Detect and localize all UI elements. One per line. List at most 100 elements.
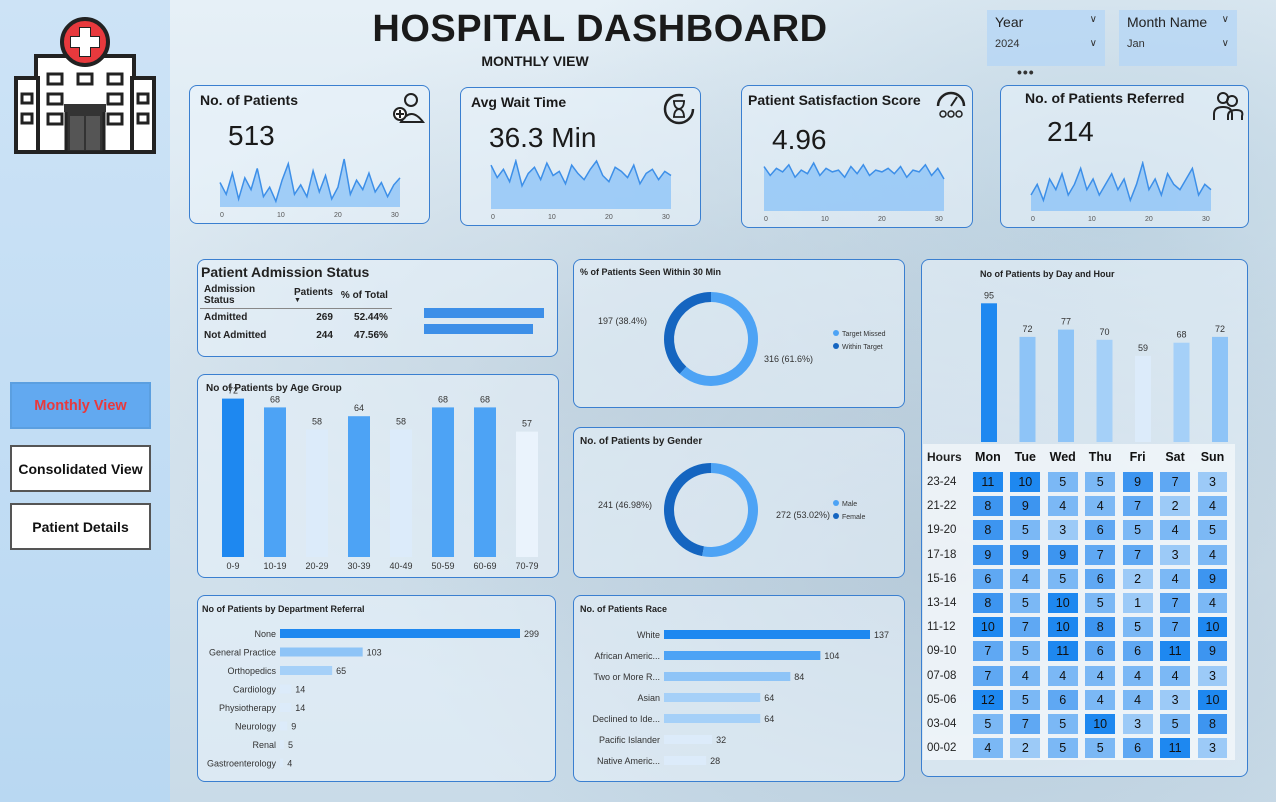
heatmap-cell: 7 bbox=[1010, 617, 1041, 638]
heatmap-cell: 8 bbox=[1197, 713, 1228, 734]
heatmap-cell: 10 bbox=[1085, 713, 1116, 734]
category-label: Gastroenterology bbox=[207, 759, 277, 769]
heatmap-row: 13-14 8 5 10 5 1 7 4 bbox=[923, 591, 1235, 615]
tick-label: 40-49 bbox=[389, 561, 412, 571]
category-label: Cardiology bbox=[233, 685, 277, 695]
data-label: 64 bbox=[764, 714, 774, 724]
sparkline-area bbox=[1031, 163, 1211, 211]
heatmap-cell: 4 bbox=[1122, 689, 1153, 710]
heatmap-cell: 9 bbox=[1047, 544, 1078, 565]
kpi-value: 513 bbox=[228, 120, 275, 151]
bar bbox=[280, 684, 292, 694]
heatmap-cell: 11 bbox=[972, 472, 1003, 493]
bar bbox=[280, 721, 288, 731]
heatmap-row-label: 07-08 bbox=[927, 669, 957, 682]
heatmap-cell: 5 bbox=[1010, 641, 1041, 662]
race-card: No. of Patients Race White 137 African Ame… bbox=[573, 595, 905, 782]
column-header[interactable]: % of Total bbox=[336, 282, 392, 309]
kpi-title: No. of Patients Referred bbox=[1025, 90, 1185, 106]
data-label: 68 bbox=[270, 394, 280, 404]
category-label: Declined to Ide... bbox=[592, 714, 660, 724]
sort-desc-icon[interactable]: ▼ bbox=[294, 297, 333, 304]
tick-label: 10-19 bbox=[263, 561, 286, 571]
heatmap-cell: 4 bbox=[1047, 496, 1078, 517]
heatmap-column-header: Thu bbox=[1088, 450, 1112, 464]
legend-marker bbox=[833, 513, 839, 519]
bar bbox=[474, 407, 496, 557]
heatmap-cell: 9 bbox=[1010, 496, 1041, 517]
patients-sparkline: 0 10 20 30 bbox=[219, 158, 401, 219]
slice-label: 197 (38.4%) bbox=[598, 316, 647, 326]
heatmap-cell: 7 bbox=[1160, 593, 1191, 614]
heatmap-row-label: 13-14 bbox=[927, 597, 957, 610]
heatmap-row-label: 11-12 bbox=[927, 621, 956, 634]
table-row: Admitted 269 52.44% bbox=[200, 309, 392, 327]
chevron-down-icon[interactable]: ∨ bbox=[1222, 14, 1229, 25]
bar bbox=[1212, 336, 1228, 442]
heatmap-cell: 10 bbox=[1197, 617, 1228, 638]
tick-label: 60-69 bbox=[473, 561, 496, 571]
admitted-bar bbox=[424, 308, 544, 318]
data-label: 77 bbox=[1061, 317, 1071, 327]
sidebar: Monthly View Consolidated View Patient D… bbox=[0, 0, 170, 802]
heatmap-cell: 5 bbox=[1047, 472, 1078, 493]
column-header[interactable]: Patients ▼ bbox=[290, 282, 337, 309]
heatmap-column-header: Fri bbox=[1129, 450, 1146, 464]
category-label: African Americ... bbox=[594, 651, 660, 661]
kpi-title: Patient Satisfaction Score bbox=[748, 92, 921, 108]
heatmap-row-label: 19-20 bbox=[927, 524, 957, 537]
data-label: 84 bbox=[794, 672, 804, 682]
data-label: 32 bbox=[716, 735, 726, 745]
year-slicer-label: Year bbox=[995, 14, 1024, 30]
month-slicer-label: Month Name bbox=[1127, 14, 1208, 30]
status-cell: Admitted bbox=[204, 312, 248, 324]
tick-label: 0 bbox=[764, 216, 768, 223]
heatmap-cell: 5 bbox=[1085, 738, 1116, 759]
heatmap-cell: 6 bbox=[1085, 641, 1116, 662]
tick-label: 20-29 bbox=[305, 561, 328, 571]
seen-within-30-card: % of Patients Seen Within 30 Min 197 (38… bbox=[573, 259, 905, 408]
heatmap-cell: 10 bbox=[1047, 617, 1078, 638]
age-group-bar-chart: 72 0-9 68 10-19 58 20-29 64 30-39 58 40-49 68 50-59… bbox=[222, 386, 539, 571]
heatmap-cell: 10 bbox=[972, 617, 1003, 638]
bar bbox=[432, 407, 454, 557]
category-label: Neurology bbox=[235, 722, 277, 732]
data-label: 9 bbox=[291, 722, 296, 732]
category-label: Orthopedics bbox=[227, 666, 276, 676]
consolidated-view-button[interactable]: Consolidated View bbox=[10, 445, 151, 492]
month-slicer[interactable]: Month Name ∨ Jan ∨ bbox=[1119, 10, 1237, 66]
column-header[interactable]: Admission Status bbox=[200, 282, 290, 309]
heatmap-row: 15-16 6 4 5 6 2 4 9 bbox=[923, 567, 1235, 591]
heatmap-cell: 7 bbox=[1160, 472, 1191, 493]
chevron-down-icon[interactable]: ∨ bbox=[1222, 38, 1229, 49]
chevron-down-icon[interactable]: ∨ bbox=[1090, 38, 1097, 49]
monthly-view-button[interactable]: Monthly View bbox=[10, 382, 151, 429]
tick-label: 10 bbox=[277, 212, 285, 219]
heatmap-cell: 9 bbox=[1197, 641, 1228, 662]
heatmap-cell: 3 bbox=[1122, 713, 1153, 734]
heatmap-cell: 5 bbox=[1010, 689, 1041, 710]
heatmap-cell: 6 bbox=[1047, 689, 1078, 710]
data-label: 28 bbox=[710, 756, 720, 766]
patient-details-button[interactable]: Patient Details bbox=[10, 503, 151, 550]
bar bbox=[306, 429, 328, 557]
heatmap-cell: 8 bbox=[972, 593, 1003, 614]
race-bar-chart: White 137 African Americ... 104 Two or More … bbox=[592, 630, 889, 766]
slice-label: 272 (53.02%) bbox=[776, 510, 830, 520]
year-slicer[interactable]: Year ∨ 2024 ∨ bbox=[987, 10, 1105, 66]
data-label: 14 bbox=[295, 703, 305, 713]
data-label: 64 bbox=[764, 693, 774, 703]
page-title: HOSPITAL DASHBOARD bbox=[372, 8, 828, 50]
heatmap-cell: 4 bbox=[1122, 665, 1153, 686]
heatmap-cell: 5 bbox=[1010, 593, 1041, 614]
day-bar-chart: 95 72 77 70 59 68 72 bbox=[981, 290, 1228, 442]
heatmap-cell: 5 bbox=[1197, 520, 1228, 541]
chevron-down-icon[interactable]: ∨ bbox=[1090, 14, 1097, 25]
bar bbox=[280, 740, 285, 749]
bar bbox=[981, 303, 997, 442]
heatmap-cell: 2 bbox=[1160, 496, 1191, 517]
heatmap-cell: 4 bbox=[1197, 593, 1228, 614]
admission-table: Admission Status Patients ▼ % of Total Ad… bbox=[200, 282, 392, 345]
more-options-icon[interactable]: ••• bbox=[1017, 64, 1035, 80]
heatmap-row: 05-06 12 5 6 4 4 3 10 bbox=[923, 688, 1235, 712]
